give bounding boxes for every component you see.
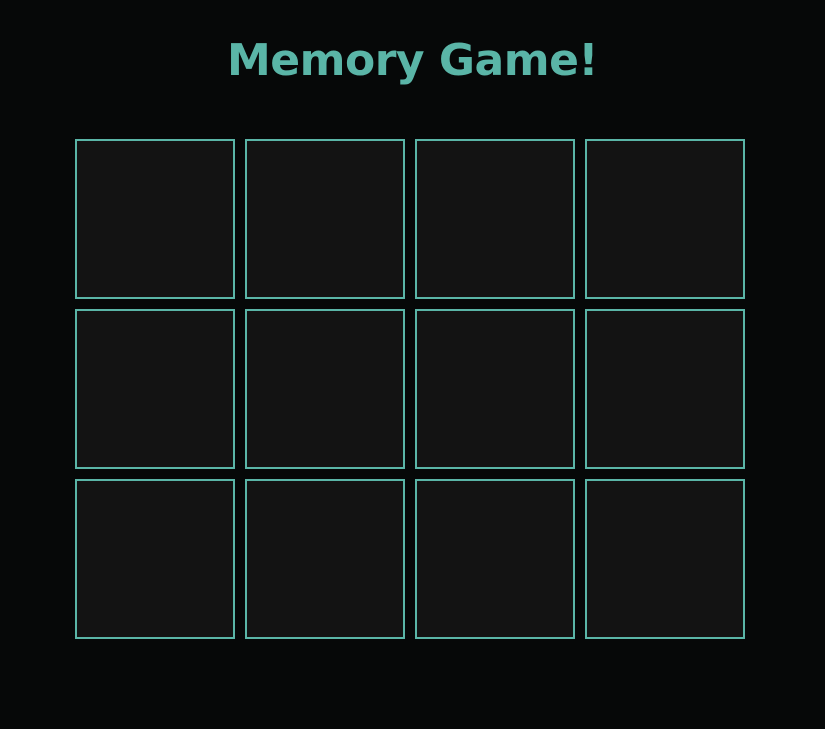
card-grid	[75, 139, 745, 639]
memory-card[interactable]	[415, 479, 575, 639]
memory-card[interactable]	[75, 139, 235, 299]
memory-card[interactable]	[585, 309, 745, 469]
memory-card[interactable]	[75, 479, 235, 639]
memory-card[interactable]	[585, 139, 745, 299]
memory-card[interactable]	[415, 309, 575, 469]
memory-card[interactable]	[415, 139, 575, 299]
game-title: Memory Game!	[227, 35, 598, 86]
memory-card[interactable]	[585, 479, 745, 639]
memory-card[interactable]	[245, 479, 405, 639]
memory-card[interactable]	[75, 309, 235, 469]
memory-card[interactable]	[245, 309, 405, 469]
memory-card[interactable]	[245, 139, 405, 299]
